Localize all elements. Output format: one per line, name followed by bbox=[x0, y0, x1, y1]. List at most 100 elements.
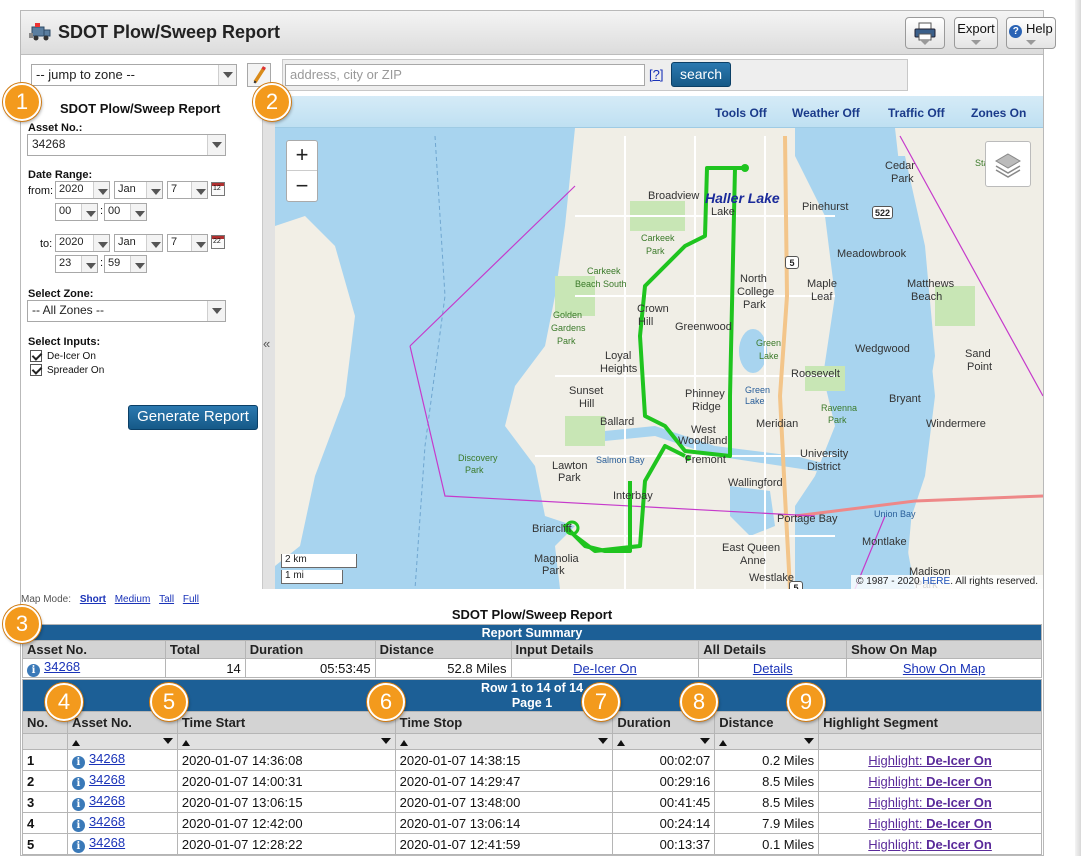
map-mode-short[interactable]: Short bbox=[80, 594, 106, 605]
sort-desc-icon[interactable] bbox=[162, 738, 173, 744]
row-asset-link[interactable]: 34268 bbox=[89, 772, 125, 787]
all-details-link[interactable]: Details bbox=[753, 661, 793, 676]
summary-asset-link[interactable]: 34268 bbox=[44, 659, 80, 674]
map-place-label: Green bbox=[756, 338, 782, 348]
highlight-segment-link[interactable]: Highlight: De-Icer On bbox=[868, 795, 992, 810]
chevron-down-icon bbox=[146, 182, 162, 198]
info-icon[interactable]: i bbox=[27, 664, 40, 677]
spreader-checkbox[interactable] bbox=[30, 364, 42, 376]
to-day-value: 7 bbox=[171, 236, 178, 248]
row-asset-link[interactable]: 34268 bbox=[89, 835, 125, 850]
info-icon[interactable]: i bbox=[71, 777, 85, 790]
highlight-prefix: Highlight: bbox=[868, 794, 923, 810]
help-button[interactable]: ? Help bbox=[1006, 17, 1056, 49]
chevron-down-icon bbox=[971, 40, 981, 46]
map-canvas[interactable] bbox=[275, 96, 1043, 589]
highlight-value: De-Icer On bbox=[926, 794, 992, 810]
sort-asc-icon[interactable] bbox=[399, 739, 408, 746]
highlight-segment-link[interactable]: Highlight: De-Icer On bbox=[868, 837, 992, 852]
map-mode-full[interactable]: Full bbox=[183, 594, 199, 605]
detail-header-cell[interactable]: Time Stop bbox=[394, 711, 614, 734]
calendar-icon[interactable]: 12 bbox=[211, 182, 225, 196]
map-place-label: Gardens bbox=[551, 323, 586, 333]
map-mode-medium[interactable]: Medium bbox=[115, 594, 151, 605]
table-row: 4 i 34268 2020-01-07 12:42:00 2020-01-07 13:… bbox=[22, 812, 1042, 834]
to-month-select[interactable]: Jan bbox=[114, 234, 163, 252]
detail-header-cell[interactable]: Time Start bbox=[176, 711, 396, 734]
route-endpoint bbox=[741, 164, 749, 172]
here-link[interactable]: HERE bbox=[922, 576, 950, 587]
info-icon[interactable]: i bbox=[71, 819, 85, 832]
zones-toggle[interactable]: Zones On bbox=[971, 106, 1026, 120]
map-place-label: Sand bbox=[965, 348, 991, 360]
sort-asc-icon[interactable] bbox=[71, 739, 80, 746]
row-asset-link[interactable]: 34268 bbox=[89, 751, 125, 766]
from-year-select[interactable]: 2020 bbox=[55, 181, 110, 199]
map-place-label: Ridge bbox=[692, 401, 721, 413]
row-asset-link[interactable]: 34268 bbox=[89, 814, 125, 829]
callout-8: 8 bbox=[680, 683, 718, 721]
from-hour-value: 00 bbox=[59, 205, 72, 217]
zoom-in-button[interactable]: + bbox=[287, 141, 317, 171]
sort-asc-icon[interactable] bbox=[617, 739, 626, 746]
time-separator: : bbox=[100, 257, 104, 269]
info-icon[interactable]: i bbox=[71, 756, 85, 769]
from-month-select[interactable]: Jan bbox=[114, 181, 163, 199]
map-layers-button[interactable] bbox=[985, 141, 1031, 187]
jump-to-zone-select[interactable]: -- jump to zone -- bbox=[31, 64, 237, 86]
sort-asc-icon[interactable] bbox=[181, 739, 190, 746]
calendar-number: 12 bbox=[213, 185, 221, 192]
map-place-label: Magnolia bbox=[534, 553, 579, 565]
summary-header-cell: Duration bbox=[244, 640, 376, 659]
map-mode-tall[interactable]: Tall bbox=[159, 594, 174, 605]
from-day-select[interactable]: 7 bbox=[167, 181, 208, 199]
collapse-panel-icon[interactable]: « bbox=[263, 336, 270, 351]
row-time-start: 2020-01-07 12:28:22 bbox=[176, 833, 396, 855]
to-hour-select[interactable]: 23 bbox=[55, 255, 98, 273]
to-label: to: bbox=[40, 238, 53, 250]
asset-select[interactable]: 34268 bbox=[27, 134, 226, 156]
generate-report-button[interactable]: Generate Report bbox=[128, 405, 258, 430]
info-icon[interactable]: i bbox=[71, 840, 85, 853]
weather-toggle[interactable]: Weather Off bbox=[792, 106, 860, 120]
sort-cell bbox=[66, 733, 178, 750]
traffic-toggle[interactable]: Traffic Off bbox=[888, 106, 945, 120]
row-asset-link[interactable]: 34268 bbox=[89, 793, 125, 808]
from-hour-select[interactable]: 00 bbox=[55, 203, 98, 221]
address-placeholder: address, city or ZIP bbox=[290, 67, 402, 82]
sort-desc-icon[interactable] bbox=[804, 738, 815, 744]
sort-asc-icon[interactable] bbox=[719, 739, 728, 746]
zone-select[interactable]: -- All Zones -- bbox=[27, 300, 226, 322]
map-place-label: Lawton bbox=[552, 460, 588, 472]
calendar-icon[interactable]: 22 bbox=[211, 235, 225, 249]
map-place-label: Union Bay bbox=[874, 509, 916, 519]
print-button[interactable] bbox=[905, 17, 945, 49]
sort-desc-icon[interactable] bbox=[700, 738, 711, 744]
search-button[interactable]: search bbox=[671, 62, 731, 87]
highlight-segment-link[interactable]: Highlight: De-Icer On bbox=[868, 753, 992, 768]
map-place-label: Beach bbox=[911, 291, 943, 303]
detail-header-cell[interactable]: Highlight Segment bbox=[818, 711, 1042, 734]
show-on-map-link[interactable]: Show On Map bbox=[903, 661, 985, 676]
map-view[interactable]: Haller Lake Broadview Lake Pinehurst Cedar Pa… bbox=[275, 96, 1043, 589]
to-minute-select[interactable]: 59 bbox=[104, 255, 147, 273]
summary-header-cell: Asset No. bbox=[22, 640, 166, 659]
app-title: SDOT Plow/Sweep Report bbox=[58, 22, 281, 42]
row-number: 1 bbox=[22, 749, 68, 771]
sort-desc-icon[interactable] bbox=[380, 738, 391, 744]
zoom-out-button[interactable]: − bbox=[287, 172, 317, 202]
address-search-input[interactable]: address, city or ZIP bbox=[285, 64, 645, 86]
highlight-segment-link[interactable]: Highlight: De-Icer On bbox=[868, 816, 992, 831]
tools-toggle[interactable]: Tools Off bbox=[715, 106, 767, 120]
from-minute-select[interactable]: 00 bbox=[104, 203, 147, 221]
de-icer-checkbox[interactable] bbox=[30, 350, 42, 362]
input-details-link[interactable]: De-Icer On bbox=[573, 661, 637, 676]
to-year-select[interactable]: 2020 bbox=[55, 234, 110, 252]
search-help-link[interactable]: [?] bbox=[649, 67, 663, 82]
info-icon[interactable]: i bbox=[71, 798, 85, 811]
export-button[interactable]: Export bbox=[954, 17, 998, 49]
sort-desc-icon[interactable] bbox=[598, 738, 609, 744]
to-day-select[interactable]: 7 bbox=[167, 234, 208, 252]
highlight-segment-link[interactable]: Highlight: De-Icer On bbox=[868, 774, 992, 789]
callout-5: 5 bbox=[150, 683, 188, 721]
